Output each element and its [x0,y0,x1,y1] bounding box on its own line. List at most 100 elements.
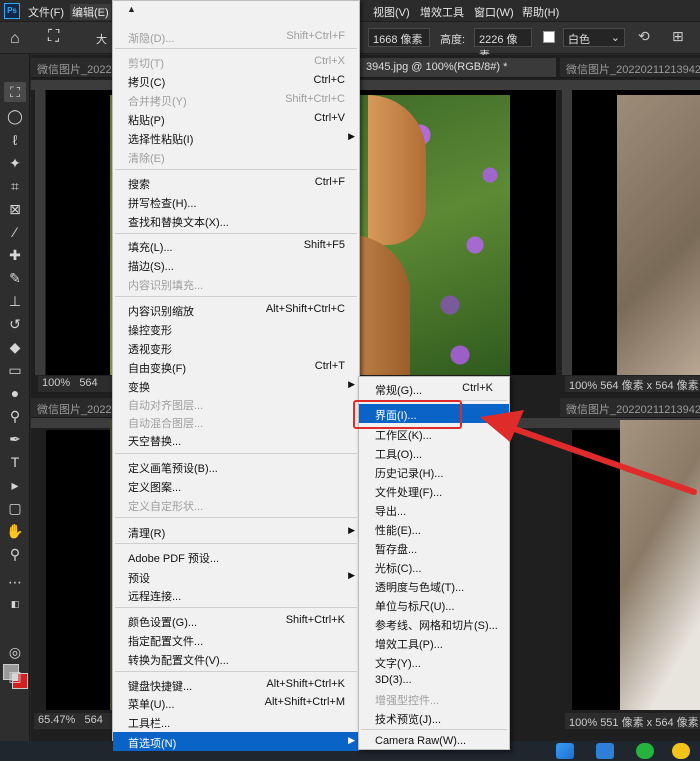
menu-item-convert-profile[interactable]: 转换为配置文件(V)... [113,649,359,668]
lasso-select-icon[interactable]: ℓ [4,130,26,150]
default-colors-icon[interactable]: ◧ [4,594,26,614]
pref-export[interactable]: 导出... [359,500,509,519]
menu-item-stroke[interactable]: 描边(S)... [113,255,359,274]
pref-transparency[interactable]: 透明度与色域(T)... [359,576,509,595]
wechat-icon[interactable] [636,743,654,759]
menu-item-auto-align[interactable]: 自动对齐图层... [113,394,359,413]
menu-item-paste-special[interactable]: 选择性粘贴(I) ▶ [113,128,359,147]
doc-left-top-canvas[interactable] [46,90,112,375]
healing-icon[interactable]: ✚ [4,245,26,265]
lasso-icon[interactable]: ◯ [4,106,26,126]
zoom-icon[interactable]: ⚲ [4,544,26,564]
menu-item-search[interactable]: 搜索 Ctrl+F [113,173,359,192]
more-tools-icon[interactable]: ⋯ [4,572,26,592]
menu-item-define-shape[interactable]: 定义自定形状... [113,495,359,514]
menu-item-clear[interactable]: 清除(E) [113,147,359,166]
menu-item-transform[interactable]: 变换 ▶ [113,376,359,395]
menu-item-spell-check[interactable]: 拼写检查(H)... [113,192,359,211]
menu-item-copy-merged[interactable]: 合并拷贝(Y) Shift+Ctrl+C [113,90,359,109]
menu-edit[interactable]: 编辑(E) [70,4,111,20]
menu-item-assign-profile[interactable]: 指定配置文件... [113,630,359,649]
doc-tab-left-bottom[interactable]: 微信图片_2022 [31,398,113,418]
menu-item-presets[interactable]: 预设 ▶ [113,567,359,586]
menu-item-content-aware-scale[interactable]: 内容识别缩放 Alt+Shift+Ctrl+C [113,300,359,319]
menu-window[interactable]: 窗口(W) [474,4,514,20]
doc-tab-mid-top[interactable]: 3945.jpg @ 100%(RGB/8#) * [360,58,556,78]
shape-icon[interactable]: ▢ [4,498,26,518]
frame-icon[interactable]: ⊠ [4,199,26,219]
status-left-bottom: 65.47% 564 [34,713,112,729]
menu-item-preferences[interactable]: 首选项(N) ▶ [113,732,359,751]
crop-tool-icon[interactable]: ⌗ [4,176,26,196]
menu-item-content-aware-fill[interactable]: 内容识别填充... [113,274,359,293]
pref-3d[interactable]: 3D(3)... [359,671,509,690]
menu-plugins[interactable]: 增效工具 [420,4,464,20]
pref-guides-grid[interactable]: 参考线、网格和切片(S)... [359,614,509,633]
menu-item-paste[interactable]: 粘贴(P) Ctrl+V [113,109,359,128]
store-icon[interactable] [596,743,614,759]
menu-item-cut[interactable]: 剪切(T) Ctrl+X [113,52,359,71]
pen-icon[interactable]: ✒ [4,429,26,449]
straighten-icon[interactable]: ⊞ [672,28,684,45]
doc-left-bottom-canvas[interactable] [46,430,112,710]
clear-icon[interactable]: ⟲ [638,28,650,45]
history-brush-icon[interactable]: ↺ [4,314,26,334]
menu-item-auto-blend[interactable]: 自动混合图层... [113,412,359,431]
menu-item-copy[interactable]: 拷贝(C) Ctrl+C [113,71,359,90]
quick-mask-icon[interactable]: ◎ [4,642,26,662]
menu-item-sky-replacement[interactable]: 天空替换... [113,430,359,449]
menu-help[interactable]: 帮助(H) [522,4,559,20]
pref-performance[interactable]: 性能(E)... [359,519,509,538]
scroll-up-icon[interactable]: ▲ [127,4,136,14]
width-field[interactable]: 1668 像素 [368,28,430,47]
pref-technology-previews[interactable]: 技术预览(J)... [359,708,509,727]
menu-item-toolbar[interactable]: 工具栏... [113,712,359,731]
menu-item-remote-connections[interactable]: 远程连接... [113,585,359,604]
pref-plugins[interactable]: 增效工具(P)... [359,633,509,652]
doc-tab-left-top[interactable]: 微信图片_2022 [31,58,113,78]
background-color-swatch[interactable] [543,31,555,43]
magic-wand-icon[interactable]: ✦ [4,153,26,173]
menu-item-fill[interactable]: 填充(L)... Shift+F5 [113,236,359,255]
menu-item-free-transform[interactable]: 自由变换(F) Ctrl+T [113,357,359,376]
crop-icon[interactable]: ⛶ [4,82,26,102]
pref-units-rulers[interactable]: 单位与标尺(U)... [359,595,509,614]
windows-start-icon[interactable] [556,743,574,759]
pref-general[interactable]: 常规(G)... Ctrl+K [359,379,509,398]
menu-item-fade[interactable]: 渐隐(D)... Shift+Ctrl+F [113,27,359,46]
pref-camera-raw[interactable]: Camera Raw(W)... [359,732,509,751]
pref-enhanced-controls[interactable]: 增强型控件... [359,689,509,708]
app-icon[interactable] [672,743,690,759]
menu-item-menus[interactable]: 菜单(U)... Alt+Shift+Ctrl+M [113,693,359,712]
path-select-icon[interactable]: ▸ [4,475,26,495]
menu-item-pdf-presets[interactable]: Adobe PDF 预设... [113,547,359,566]
hand-icon[interactable]: ✋ [4,521,26,541]
menu-item-purge[interactable]: 清理(R) ▶ [113,522,359,541]
menu-view[interactable]: 视图(V) [373,4,410,20]
home-icon[interactable]: ⌂ [10,30,20,48]
menu-item-define-brush[interactable]: 定义画笔预设(B)... [113,457,359,476]
height-field[interactable]: 2226 像素 [474,28,532,62]
background-select[interactable]: 白色 ⌄ [563,28,625,47]
doc-tab-right-top[interactable]: 微信图片_20220211213942.jp [560,58,700,78]
menu-item-define-pattern[interactable]: 定义图案... [113,476,359,495]
eyedropper-icon[interactable]: ⁄ [4,222,26,242]
pref-cursors[interactable]: 光标(C)... [359,557,509,576]
blur-icon[interactable]: ● [4,383,26,403]
pref-scratch-disks[interactable]: 暂存盘... [359,538,509,557]
brush-icon[interactable]: ✎ [4,268,26,288]
crop-tool-icon[interactable]: ⛶ [48,28,59,46]
menu-item-find-replace[interactable]: 查找和替换文本(X)... [113,211,359,230]
type-icon[interactable]: T [4,452,26,472]
menu-item-keyboard-shortcuts[interactable]: 键盘快捷键... Alt+Shift+Ctrl+K [113,675,359,694]
dodge-icon[interactable]: ⚲ [4,406,26,426]
menu-item-color-settings[interactable]: 颜色设置(G)... Shift+Ctrl+K [113,611,359,630]
menu-item-puppet-warp[interactable]: 操控变形 [113,319,359,338]
stamp-icon[interactable]: ⊥ [4,291,26,311]
gradient-icon[interactable]: ▭ [4,360,26,380]
menu-file[interactable]: 文件(F) [28,4,64,20]
screen-mode-icon[interactable]: ▣ [4,666,26,686]
pref-type[interactable]: 文字(Y)... [359,652,509,671]
menu-item-perspective-warp[interactable]: 透视变形 [113,338,359,357]
eraser-icon[interactable]: ◆ [4,337,26,357]
